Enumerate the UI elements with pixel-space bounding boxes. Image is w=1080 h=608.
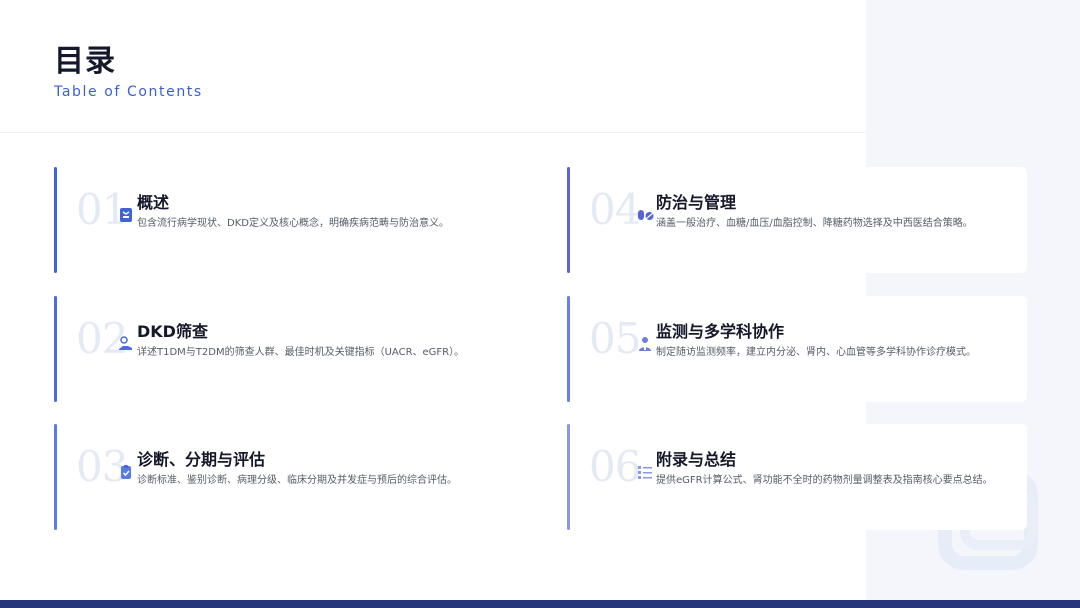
section-description: 涵盖一般治疗、血糖/血压/血脂控制、降糖药物选择及中西医结合策略。 [656,218,973,229]
section-title: DKD筛查 [137,322,208,341]
card-accent-bar [54,167,57,273]
section-description: 提供eGFR计算公式、肾功能不全时的药物剂量调整表及指南核心要点总结。 [656,475,993,486]
section-title: 诊断、分期与评估 [137,450,266,469]
card-accent-bar [54,424,57,530]
section-description: 包含流行病学现状、DKD定义及核心概念，明确疾病范畴与防治意义。 [137,218,449,229]
toc-item-1[interactable]: 01 概述 包含流行病学现状、DKD定义及核心概念，明确疾病范畴与防治意义。 [54,167,514,273]
page-title: 目录 [54,44,116,79]
section-number: 05 [589,314,641,363]
doctor-icon [637,336,653,352]
page-subtitle: Table of Contents [54,84,203,100]
toc-item-2[interactable]: 02 DKD筛查 详述T1DM与T2DM的筛查人群、最佳时机及关键指标（UACR… [54,296,514,402]
toc-item-4[interactable]: 04 防治与管理 涵盖一般治疗、血糖/血压/血脂控制、降糖药物选择及中西医结合策… [567,167,1027,273]
section-description: 制定随访监测频率，建立内分泌、肾内、心血管等多学科协作诊疗模式。 [656,347,976,358]
section-title: 防治与管理 [656,193,737,212]
hand-dollar-icon [118,336,134,352]
section-number: 04 [589,185,641,234]
clipboard-check-icon [118,464,134,480]
toc-item-6[interactable]: 06 附录与总结 提供eGFR计算公式、肾功能不全时的药物剂量调整表及指南核心要… [567,424,1027,530]
card-accent-bar [567,424,570,530]
section-title: 概述 [137,193,170,212]
section-title: 附录与总结 [656,450,737,469]
header-divider [0,132,866,133]
toc-item-3[interactable]: 03 诊断、分期与评估 诊断标准、鉴别诊断、病理分级、临床分期及并发症与预后的综… [54,424,514,530]
notebook-icon [118,207,134,223]
bottom-bar [0,600,1080,608]
card-accent-bar [567,167,570,273]
section-number: 06 [589,442,641,491]
list-icon [637,464,653,480]
toc-item-5[interactable]: 05 监测与多学科协作 制定随访监测频率，建立内分泌、肾内、心血管等多学科协作诊… [567,296,1027,402]
card-accent-bar [54,296,57,402]
section-title: 监测与多学科协作 [656,322,785,341]
section-description: 诊断标准、鉴别诊断、病理分级、临床分期及并发症与预后的综合评估。 [137,475,457,486]
section-description: 详述T1DM与T2DM的筛查人群、最佳时机及关键指标（UACR、eGFR）。 [137,347,465,358]
card-accent-bar [567,296,570,402]
pills-icon [637,207,654,223]
